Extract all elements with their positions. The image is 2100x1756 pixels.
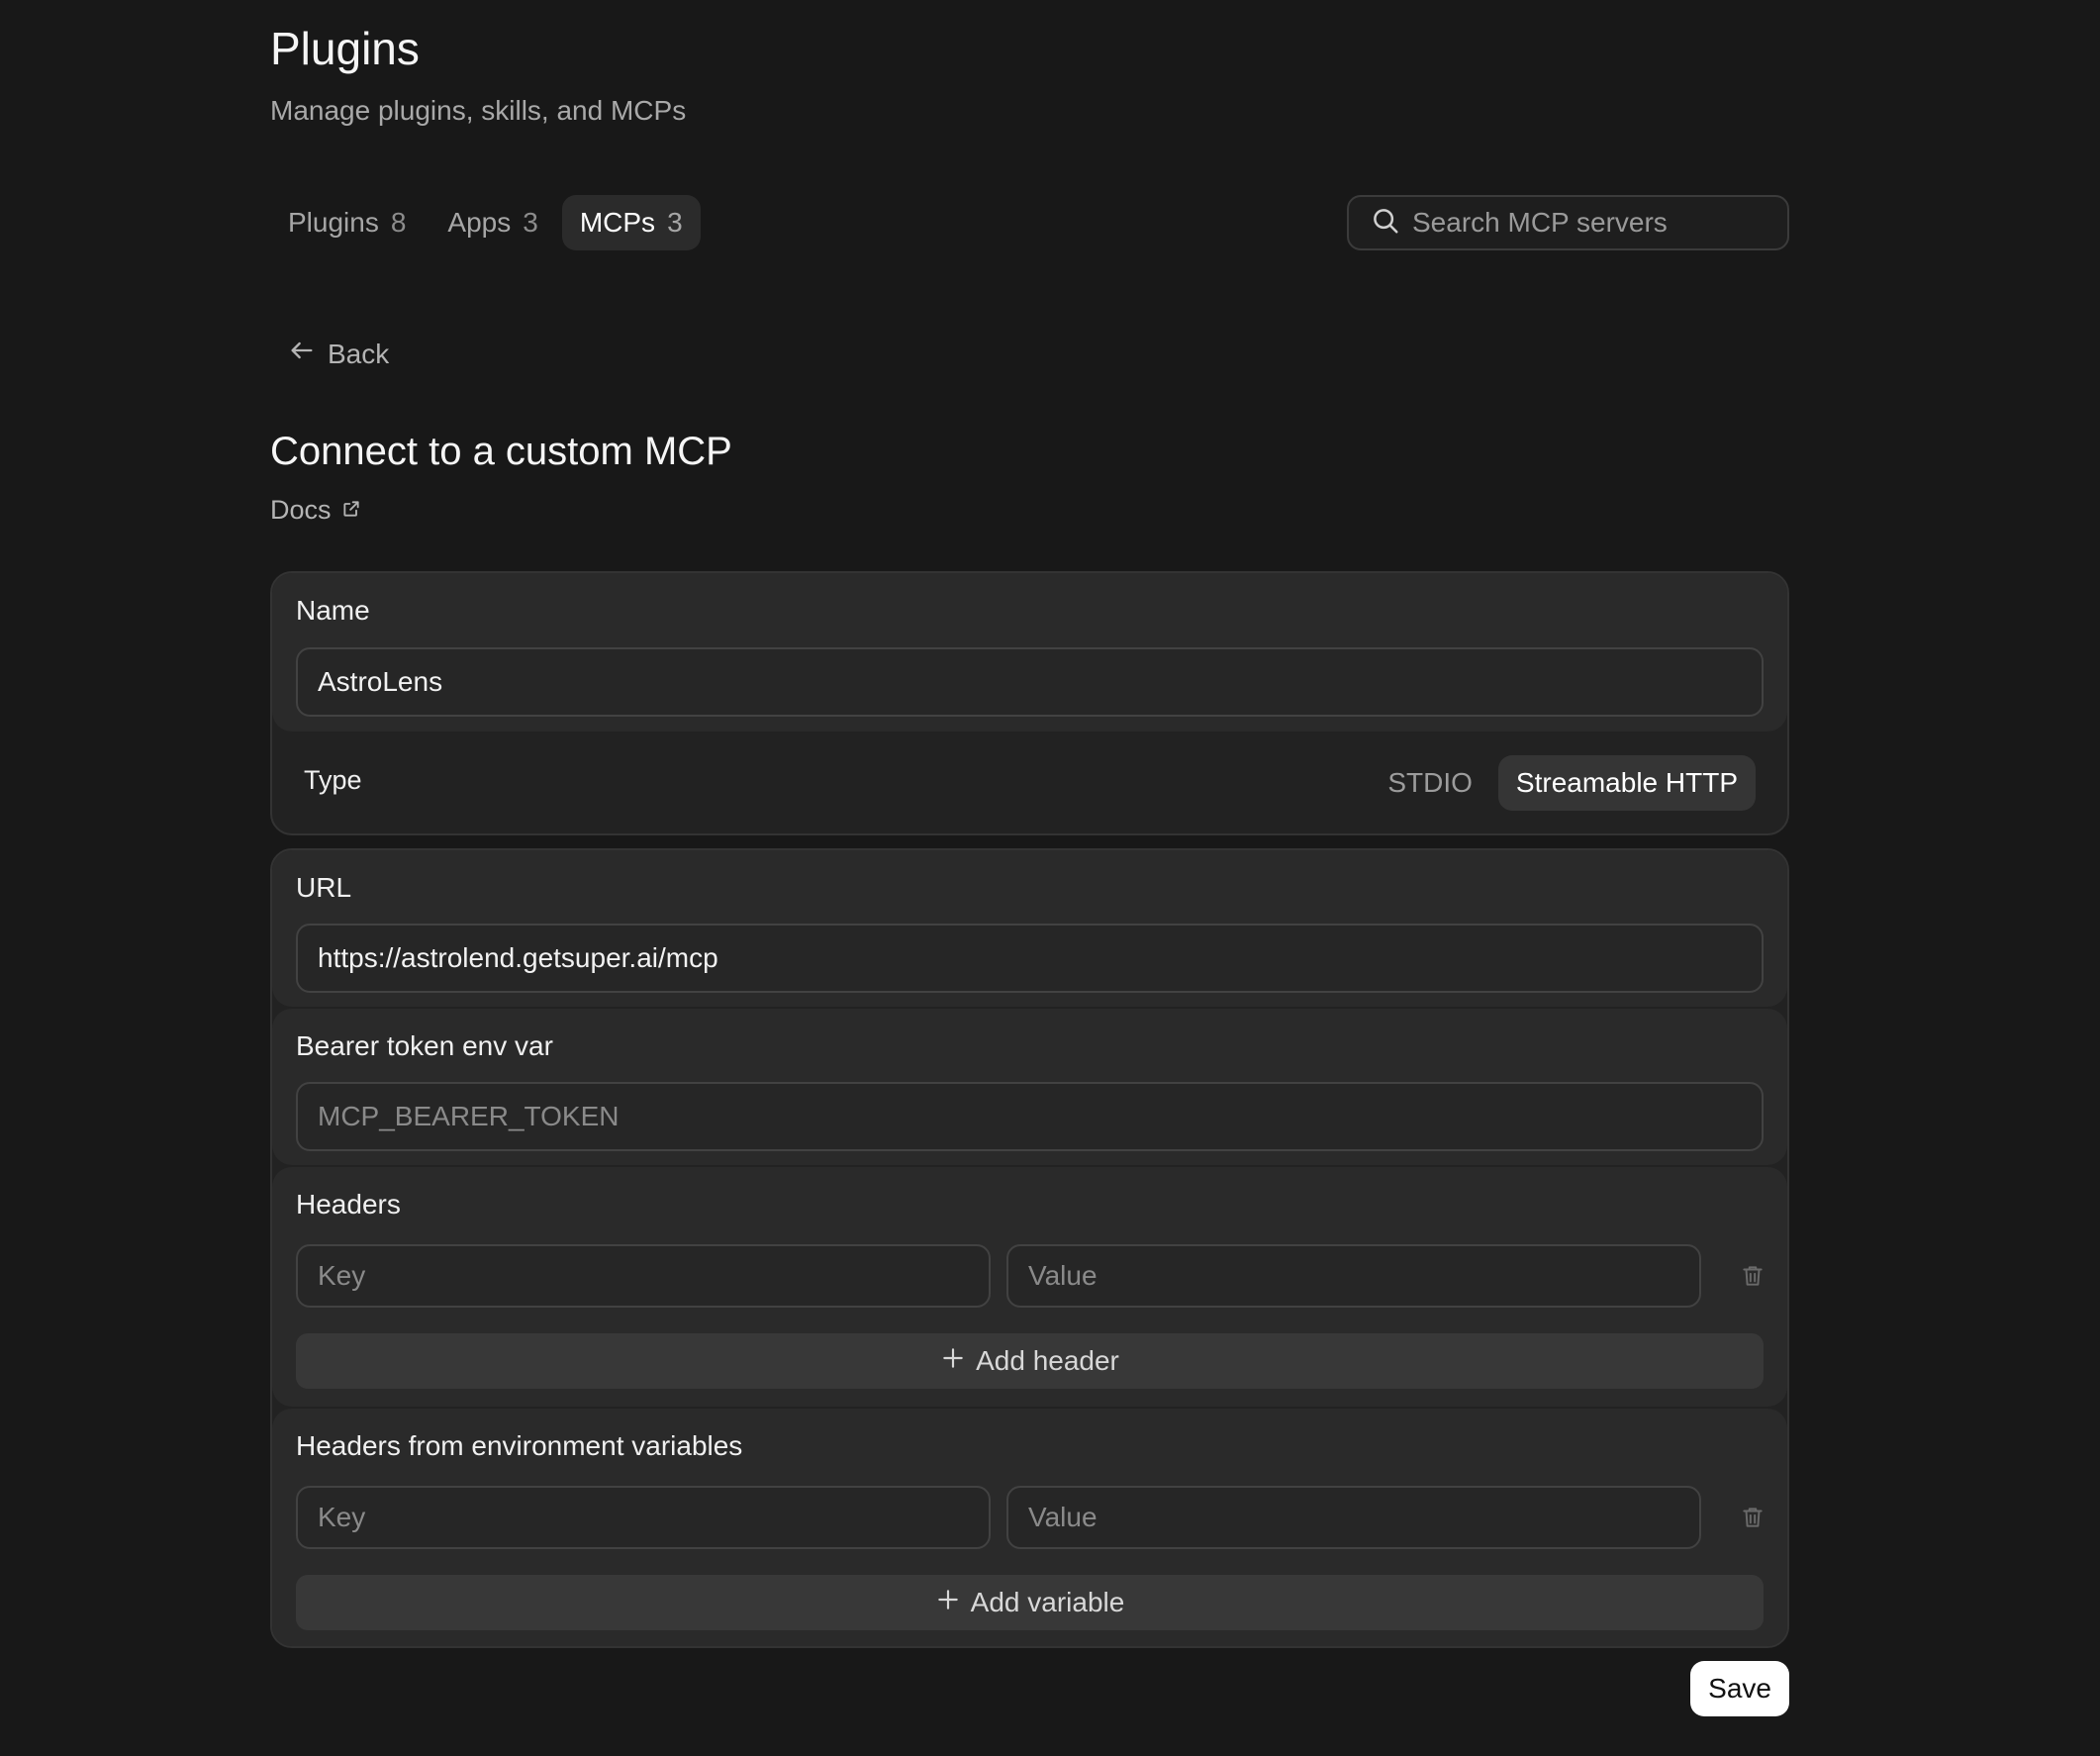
env-key-wrapper [296, 1486, 991, 1549]
name-input[interactable] [318, 666, 1742, 698]
name-label: Name [296, 595, 370, 626]
url-input[interactable] [318, 942, 1742, 974]
env-headers-label: Headers from environment variables [296, 1430, 743, 1461]
type-row: Type STDIO Streamable HTTP [272, 732, 1787, 833]
add-variable-button[interactable]: Add variable [296, 1575, 1764, 1630]
bearer-input[interactable] [318, 1101, 1742, 1132]
add-variable-label: Add variable [970, 1587, 1125, 1617]
tab-count: 3 [667, 207, 683, 238]
tab-apps[interactable]: Apps 3 [430, 195, 555, 250]
tab-count: 3 [523, 207, 538, 238]
header-value-input[interactable] [1028, 1260, 1679, 1292]
tab-mcps[interactable]: MCPs 3 [561, 195, 701, 250]
save-button[interactable]: Save [1690, 1661, 1789, 1716]
name-section: Name [272, 573, 1787, 732]
bearer-section: Bearer token env var [272, 1009, 1787, 1165]
env-headers-section: Headers from environment variables Key V… [272, 1409, 1787, 1646]
section-title: Connect to a custom MCP [270, 430, 732, 473]
external-link-icon [341, 495, 361, 526]
arrow-left-icon [288, 337, 316, 371]
plus-icon [940, 1345, 966, 1378]
connection-card: URL Bearer token env var Headers [270, 848, 1789, 1648]
add-header-label: Add header [976, 1345, 1119, 1376]
headers-label: Headers [296, 1189, 401, 1219]
bearer-label: Bearer token env var [296, 1030, 553, 1061]
env-value-input[interactable] [1028, 1502, 1679, 1533]
type-option-stdio[interactable]: STDIO [1370, 755, 1490, 811]
env-value-wrapper [1006, 1486, 1701, 1549]
headers-section: Headers Add header [272, 1167, 1787, 1407]
search-icon [1371, 206, 1400, 241]
tab-bar: Plugins 8 Apps 3 MCPs 3 [270, 195, 701, 250]
docs-label: Docs [270, 495, 332, 525]
tab-label: MCPs [579, 207, 656, 238]
header-key-input[interactable] [318, 1260, 969, 1292]
add-header-button[interactable]: Add header [296, 1333, 1764, 1389]
type-label: Type [304, 765, 362, 795]
bearer-field-wrapper [296, 1082, 1764, 1151]
header-row [296, 1244, 1776, 1308]
env-key-input[interactable] [318, 1502, 969, 1533]
page-subtitle: Manage plugins, skills, and MCPs [270, 95, 687, 126]
header-key-wrapper [296, 1244, 991, 1308]
plugins-page: Plugins Manage plugins, skills, and MCPs… [0, 0, 2100, 1756]
trash-icon[interactable] [1729, 1494, 1776, 1541]
tab-count: 8 [390, 207, 407, 238]
name-type-card: Name Type STDIO Streamable HTTP [270, 571, 1789, 835]
type-option-streamable-http[interactable]: Streamable HTTP [1497, 755, 1756, 811]
search-box [1347, 195, 1789, 250]
search-input[interactable] [1412, 207, 1769, 239]
type-segmented-control: STDIO Streamable HTTP [1370, 755, 1756, 811]
tab-plugins[interactable]: Plugins 8 [270, 195, 424, 250]
plus-icon [935, 1587, 961, 1619]
url-section: URL [272, 850, 1787, 1007]
tab-label: Plugins [288, 207, 379, 238]
header-value-wrapper [1006, 1244, 1701, 1308]
url-field-wrapper [296, 924, 1764, 993]
name-field-wrapper [296, 647, 1764, 717]
url-label: URL [296, 872, 352, 903]
docs-link[interactable]: Docs [270, 495, 361, 526]
tab-label: Apps [447, 207, 512, 238]
back-button[interactable]: Back [288, 337, 389, 371]
trash-icon[interactable] [1729, 1252, 1776, 1300]
back-label: Back [328, 338, 390, 369]
env-header-row [296, 1486, 1776, 1549]
page-title: Plugins [270, 23, 420, 74]
